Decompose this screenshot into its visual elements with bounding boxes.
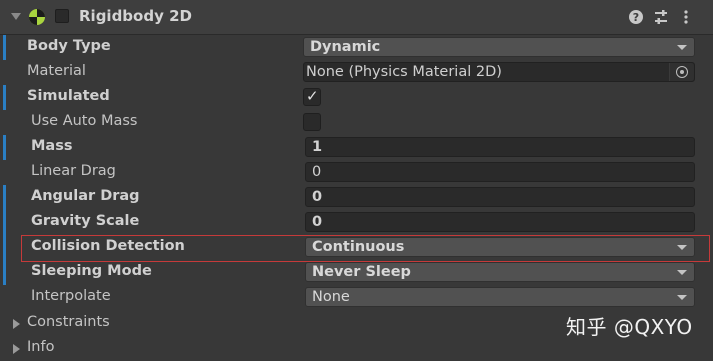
material-label: Material — [27, 63, 86, 79]
interpolate-label: Interpolate — [31, 288, 111, 304]
modified-indicator — [3, 260, 6, 285]
svg-text:?: ? — [633, 11, 639, 24]
mass-field[interactable]: 1 — [305, 137, 695, 157]
interpolate-value: None — [312, 289, 350, 305]
fold-arrow-icon[interactable] — [11, 13, 21, 20]
dropdown-arrow-icon — [677, 295, 687, 300]
simulated-label: Simulated — [27, 88, 110, 104]
modified-indicator — [3, 185, 6, 210]
modified-indicator — [3, 235, 6, 260]
angular-drag-label: Angular Drag — [31, 188, 140, 204]
gravity-scale-field[interactable]: 0 — [305, 212, 695, 232]
linear-drag-row: Linear Drag 0 — [0, 160, 713, 185]
body-type-value: Dynamic — [310, 39, 381, 55]
collision-detection-highlight — [21, 235, 710, 262]
mass-row: Mass 1 — [0, 135, 713, 160]
watermark: 知乎 @QXYO — [566, 315, 693, 339]
checkmark-icon: ✓ — [306, 87, 319, 105]
help-icon[interactable]: ? — [628, 9, 644, 25]
use-auto-mass-label: Use Auto Mass — [31, 113, 138, 129]
sleeping-mode-label: Sleeping Mode — [31, 263, 152, 279]
object-picker-icon[interactable] — [669, 63, 694, 81]
body-type-dropdown[interactable]: Dynamic — [303, 37, 695, 57]
material-object-field[interactable]: None (Physics Material 2D) — [303, 62, 695, 82]
use-auto-mass-row: Use Auto Mass — [0, 110, 713, 135]
interpolate-row: Interpolate None — [0, 285, 713, 310]
gravity-scale-row: Gravity Scale 0 — [0, 210, 713, 235]
component-header: Rigidbody 2D ? — [0, 0, 713, 35]
modified-indicator — [3, 135, 6, 160]
constraints-label: Constraints — [27, 314, 110, 330]
foldout-arrow-icon[interactable] — [13, 344, 20, 354]
body-type-row: Body Type Dynamic — [0, 35, 713, 60]
linear-drag-field[interactable]: 0 — [305, 162, 695, 182]
gravity-scale-label: Gravity Scale — [31, 213, 140, 229]
use-auto-mass-checkbox[interactable] — [303, 113, 321, 131]
dropdown-arrow-icon — [677, 45, 687, 50]
dropdown-arrow-icon — [677, 270, 687, 275]
more-options-icon[interactable] — [678, 9, 694, 25]
mass-label: Mass — [31, 138, 73, 154]
material-value: None (Physics Material 2D) — [306, 64, 502, 80]
modified-indicator — [3, 35, 6, 60]
component-enabled-checkbox[interactable] — [55, 9, 69, 23]
info-label: Info — [27, 339, 55, 355]
material-row: Material None (Physics Material 2D) — [0, 60, 713, 85]
component-title: Rigidbody 2D — [79, 7, 192, 25]
sleeping-mode-row: Sleeping Mode Never Sleep — [0, 260, 713, 285]
modified-indicator — [3, 210, 6, 235]
linear-drag-label: Linear Drag — [31, 163, 116, 179]
angular-drag-field[interactable]: 0 — [305, 187, 695, 207]
simulated-row: Simulated ✓ — [0, 85, 713, 110]
body-type-label: Body Type — [27, 38, 111, 54]
interpolate-dropdown[interactable]: None — [305, 287, 695, 307]
angular-drag-row: Angular Drag 0 — [0, 185, 713, 210]
foldout-arrow-icon[interactable] — [13, 319, 20, 329]
rigidbody2d-icon — [29, 9, 45, 25]
simulated-checkbox[interactable]: ✓ — [303, 87, 321, 106]
presets-icon[interactable] — [653, 9, 669, 25]
sleeping-mode-value: Never Sleep — [312, 264, 411, 280]
modified-indicator — [3, 85, 6, 110]
sleeping-mode-dropdown[interactable]: Never Sleep — [305, 262, 695, 282]
